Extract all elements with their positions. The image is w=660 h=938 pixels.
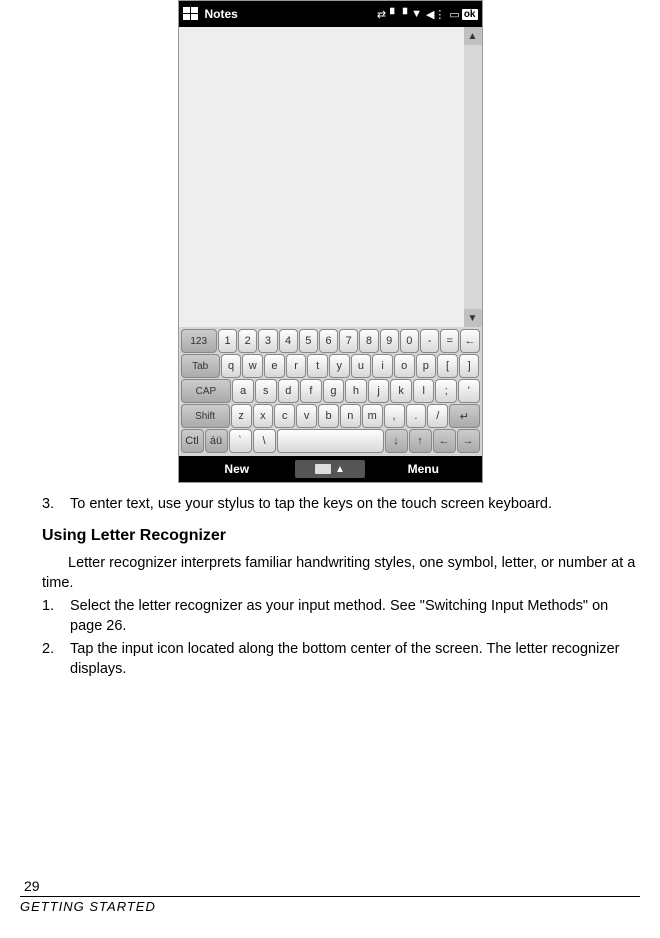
- status-bar: Notes ⇄ ▘▝ ▼ ◀⋮ ▭ ok: [179, 1, 482, 27]
- key-h[interactable]: h: [345, 379, 367, 403]
- windows-start-icon[interactable]: [183, 7, 199, 21]
- key-2[interactable]: 2: [238, 329, 257, 353]
- key-p[interactable]: p: [416, 354, 437, 378]
- key-tab[interactable]: Tab: [181, 354, 220, 378]
- note-canvas[interactable]: ▲ ▼: [179, 27, 482, 327]
- key-up[interactable]: ↑: [409, 429, 432, 453]
- key-rbracket[interactable]: ]: [459, 354, 480, 378]
- key-shift[interactable]: Shift: [181, 404, 230, 428]
- signal-icon: ▘▝: [390, 8, 407, 21]
- ok-button[interactable]: ok: [462, 9, 478, 20]
- key-w[interactable]: w: [242, 354, 263, 378]
- on-screen-keyboard: 123 1 2 3 4 5 6 7 8 9 0 - = ← Tab q w e …: [179, 327, 482, 456]
- step-3-text: To enter text, use your stylus to tap th…: [70, 495, 640, 515]
- softkey-bar: New ▲ Menu: [179, 456, 482, 482]
- key-7[interactable]: 7: [339, 329, 358, 353]
- input-panel-toggle[interactable]: ▲: [295, 460, 365, 478]
- sync-icon: ⇄: [377, 8, 386, 21]
- step-3-number: 3.: [42, 495, 70, 515]
- page-footer: 29 Getting Started: [20, 878, 640, 914]
- key-g[interactable]: g: [323, 379, 345, 403]
- key-caps[interactable]: CAP: [181, 379, 232, 403]
- key-semicolon[interactable]: ;: [435, 379, 457, 403]
- key-a[interactable]: a: [232, 379, 254, 403]
- step-1-text: Select the letter recognizer as your inp…: [70, 597, 640, 636]
- section-heading: Using Letter Recognizer: [42, 525, 640, 547]
- key-right[interactable]: →: [457, 429, 480, 453]
- antenna-icon: ▼: [411, 8, 422, 20]
- key-minus[interactable]: -: [420, 329, 439, 353]
- scroll-down-button[interactable]: ▼: [464, 309, 482, 327]
- key-123[interactable]: 123: [181, 329, 217, 353]
- key-5[interactable]: 5: [299, 329, 318, 353]
- key-6[interactable]: 6: [319, 329, 338, 353]
- key-accent[interactable]: áü: [205, 429, 228, 453]
- key-period[interactable]: .: [406, 404, 427, 428]
- key-z[interactable]: z: [231, 404, 252, 428]
- key-9[interactable]: 9: [380, 329, 399, 353]
- key-1[interactable]: 1: [218, 329, 237, 353]
- key-y[interactable]: y: [329, 354, 350, 378]
- key-c[interactable]: c: [274, 404, 295, 428]
- key-backslash[interactable]: \: [253, 429, 276, 453]
- key-equals[interactable]: =: [440, 329, 459, 353]
- chapter-title: Getting Started: [20, 899, 640, 914]
- key-left[interactable]: ←: [433, 429, 456, 453]
- key-enter[interactable]: ↵: [449, 404, 479, 428]
- key-t[interactable]: t: [307, 354, 328, 378]
- key-backspace[interactable]: ←: [460, 329, 479, 353]
- key-0[interactable]: 0: [400, 329, 419, 353]
- key-q[interactable]: q: [221, 354, 242, 378]
- key-e[interactable]: e: [264, 354, 285, 378]
- battery-icon: ▭: [449, 8, 459, 21]
- speaker-icon: ◀⋮: [426, 8, 445, 21]
- key-8[interactable]: 8: [359, 329, 378, 353]
- keyboard-icon: [315, 464, 331, 474]
- key-slash[interactable]: /: [427, 404, 448, 428]
- key-s[interactable]: s: [255, 379, 277, 403]
- key-m[interactable]: m: [362, 404, 383, 428]
- key-r[interactable]: r: [286, 354, 307, 378]
- key-lbracket[interactable]: [: [437, 354, 458, 378]
- key-down[interactable]: ↓: [385, 429, 408, 453]
- key-d[interactable]: d: [278, 379, 300, 403]
- page-number: 29: [24, 878, 640, 894]
- document-body: 3. To enter text, use your stylus to tap…: [20, 495, 640, 680]
- key-backtick[interactable]: `: [229, 429, 252, 453]
- key-comma[interactable]: ,: [384, 404, 405, 428]
- chevron-up-icon: ▲: [335, 464, 345, 475]
- key-3[interactable]: 3: [258, 329, 277, 353]
- key-o[interactable]: o: [394, 354, 415, 378]
- key-i[interactable]: i: [372, 354, 393, 378]
- key-n[interactable]: n: [340, 404, 361, 428]
- softkey-menu[interactable]: Menu: [365, 462, 482, 476]
- key-b[interactable]: b: [318, 404, 339, 428]
- key-ctl[interactable]: Ctl: [181, 429, 204, 453]
- key-4[interactable]: 4: [279, 329, 298, 353]
- key-f[interactable]: f: [300, 379, 322, 403]
- device-screenshot: Notes ⇄ ▘▝ ▼ ◀⋮ ▭ ok ▲ ▼ 123 1 2 3 4 5 6: [178, 0, 483, 483]
- key-quote[interactable]: ': [458, 379, 480, 403]
- key-l[interactable]: l: [413, 379, 435, 403]
- softkey-new[interactable]: New: [179, 462, 296, 476]
- intro-paragraph: Letter recognizer interprets familiar ha…: [42, 554, 640, 593]
- key-k[interactable]: k: [390, 379, 412, 403]
- scroll-up-button[interactable]: ▲: [464, 27, 482, 45]
- key-u[interactable]: u: [351, 354, 372, 378]
- key-j[interactable]: j: [368, 379, 390, 403]
- key-space[interactable]: [277, 429, 384, 453]
- step-2-text: Tap the input icon located along the bot…: [70, 640, 640, 679]
- key-x[interactable]: x: [253, 404, 274, 428]
- step-1-number: 1.: [42, 597, 70, 636]
- app-title: Notes: [205, 7, 238, 21]
- key-v[interactable]: v: [296, 404, 317, 428]
- scrollbar[interactable]: ▲ ▼: [464, 27, 482, 327]
- step-2-number: 2.: [42, 640, 70, 679]
